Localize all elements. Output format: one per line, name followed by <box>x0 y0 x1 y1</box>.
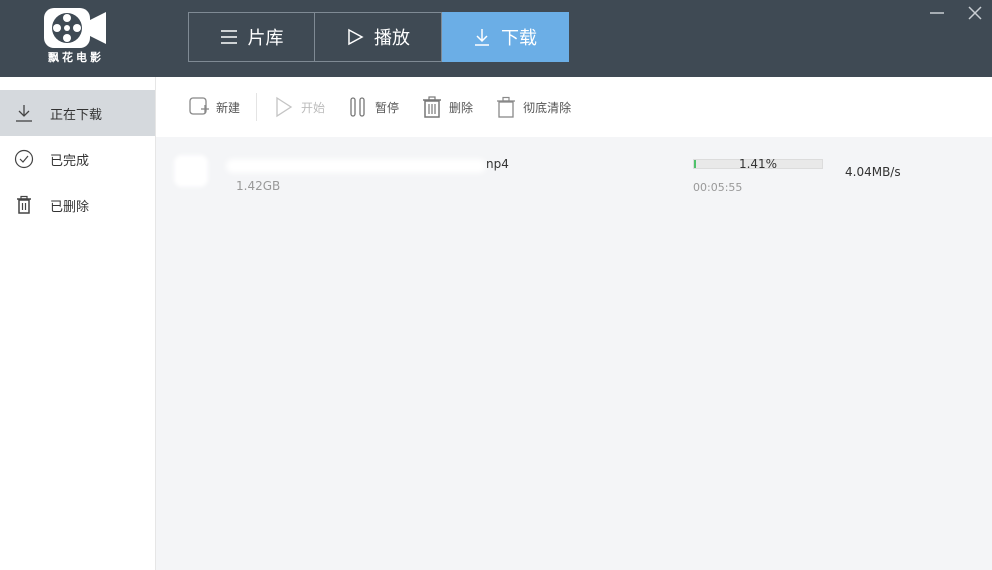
time-remaining: 00:05:55 <box>693 181 743 194</box>
toolbar-divider <box>256 93 258 121</box>
close-icon <box>968 6 982 20</box>
menu-icon <box>220 30 237 44</box>
tab-download[interactable]: 下载 <box>442 12 569 62</box>
download-list: np4 1.42GB 1.41% 00:05:55 4.04MB/s <box>156 137 992 570</box>
start-button[interactable]: 开始 <box>273 96 325 118</box>
progress-percent: 1.41% <box>738 157 778 171</box>
minimize-icon <box>930 12 944 14</box>
pause-icon <box>350 97 365 117</box>
file-size: 1.42GB <box>236 179 281 193</box>
new-button[interactable]: 新建 <box>188 96 240 118</box>
check-circle-icon <box>14 149 34 169</box>
sidebar-item-downloading[interactable]: 正在下载 <box>0 90 155 136</box>
delete-label: 删除 <box>449 100 474 115</box>
title-bar: 飘花电影 片库 播放 下载 <box>0 0 992 77</box>
download-icon <box>16 105 32 122</box>
trash-icon <box>423 96 442 118</box>
film-camera-icon <box>44 8 106 48</box>
tab-library[interactable]: 片库 <box>188 12 315 62</box>
sidebar-item-deleted[interactable]: 已删除 <box>0 182 155 228</box>
minimize-button[interactable] <box>927 4 947 24</box>
sidebar-item-completed[interactable]: 已完成 <box>0 136 155 182</box>
tab-label: 片库 <box>247 28 284 49</box>
trash-empty-icon <box>497 96 516 118</box>
filename-redacted <box>226 159 486 173</box>
tab-play[interactable]: 播放 <box>315 12 442 62</box>
download-row[interactable]: np4 1.42GB 1.41% 00:05:55 4.04MB/s <box>156 137 992 199</box>
tab-label: 下载 <box>501 28 537 49</box>
download-icon <box>475 29 489 46</box>
purge-button[interactable]: 彻底清除 <box>495 96 571 118</box>
download-speed: 4.04MB/s <box>845 165 901 179</box>
toolbar: 新建 开始 暂停 删除 彻底清除 <box>156 77 992 137</box>
delete-button[interactable]: 删除 <box>421 96 473 118</box>
sidebar-item-label: 已完成 <box>50 153 90 169</box>
play-icon <box>276 96 293 118</box>
app-logo[interactable]: 飘花电影 <box>38 6 114 68</box>
sidebar-item-label: 正在下载 <box>50 107 103 123</box>
close-button[interactable] <box>965 4 985 24</box>
pause-button[interactable]: 暂停 <box>347 96 399 118</box>
start-label: 开始 <box>301 100 326 115</box>
play-icon <box>348 28 364 46</box>
filename: np4 <box>486 157 509 171</box>
tab-label: 播放 <box>374 28 410 49</box>
sidebar: 正在下载 已完成 已删除 <box>0 77 156 570</box>
new-label: 新建 <box>216 100 241 115</box>
main-tabs: 片库 播放 下载 <box>188 12 569 62</box>
pause-label: 暂停 <box>375 100 400 115</box>
new-task-icon <box>189 97 209 115</box>
sidebar-item-label: 已删除 <box>50 199 90 215</box>
trash-icon <box>17 195 31 214</box>
purge-label: 彻底清除 <box>523 100 572 115</box>
logo-text: 飘花电影 <box>48 51 104 64</box>
file-thumbnail <box>174 155 208 187</box>
